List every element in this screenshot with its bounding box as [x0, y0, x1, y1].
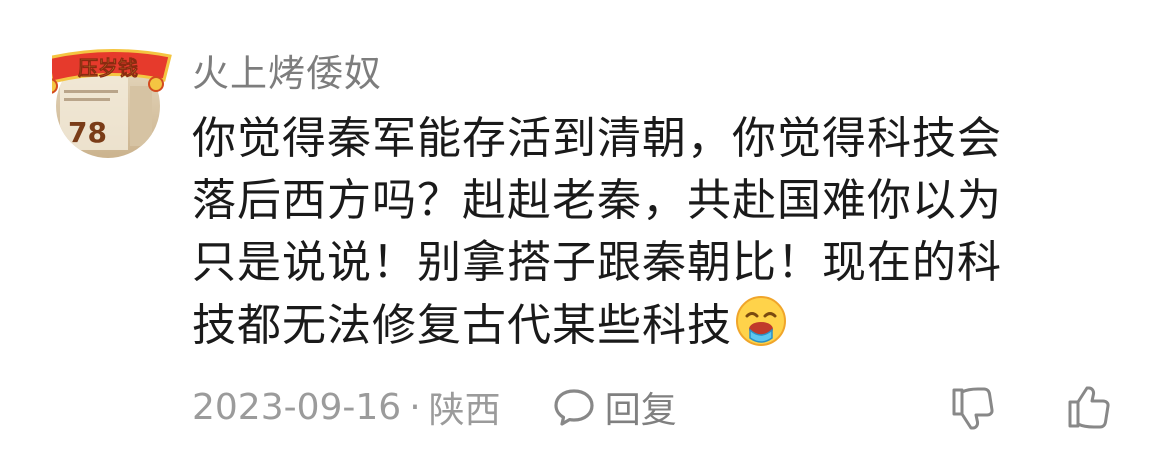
drooling-face-emoji-icon [734, 294, 788, 348]
comment-date: 2023-09-16 [192, 386, 402, 428]
comment-text-line: 你觉得秦军能存活到清朝，你觉得科技会 [192, 113, 1002, 164]
reply-button[interactable]: 回复 [553, 381, 677, 433]
username[interactable]: 火上烤倭奴 [192, 50, 382, 98]
avatar-badge-text: 压岁钱 [78, 56, 138, 80]
comment-text: 你觉得秦军能存活到清朝，你觉得科技会 落后西方吗？赳赳老秦，共赴国难你以为 只是… [192, 108, 1092, 356]
comment-text-line: 落后西方吗？赳赳老秦，共赴国难你以为 [192, 175, 1002, 226]
comment-icon [554, 389, 594, 426]
lucky-money-avatar-icon: 78 压岁钱 [52, 49, 172, 158]
avatar-number: 78 [68, 116, 107, 149]
comment-location: 陕西 [428, 390, 501, 431]
reply-label: 回复 [604, 390, 677, 431]
comment-item: 78 压岁钱 火上烤倭奴 你觉得秦军能存活到清朝，你觉得科技会 落后西方吗？赳赳… [0, 0, 1170, 455]
comment-text-line: 只是说说！别拿搭子跟秦朝比！现在的科 [192, 237, 1002, 288]
comment-text-line-last: 技都无法修复古代某些科技 [192, 294, 1092, 356]
dislike-button[interactable] [948, 384, 996, 432]
thumbs-down-icon [952, 387, 994, 430]
like-button[interactable] [1064, 384, 1112, 432]
meta-separator: · [409, 386, 421, 428]
thumbs-up-icon [1068, 386, 1110, 429]
avatar[interactable]: 78 压岁钱 [52, 46, 172, 158]
comment-text-line: 技都无法修复古代某些科技 [192, 300, 732, 351]
comment-meta: 2023-09-16 · 陕西 回复 [192, 381, 677, 433]
